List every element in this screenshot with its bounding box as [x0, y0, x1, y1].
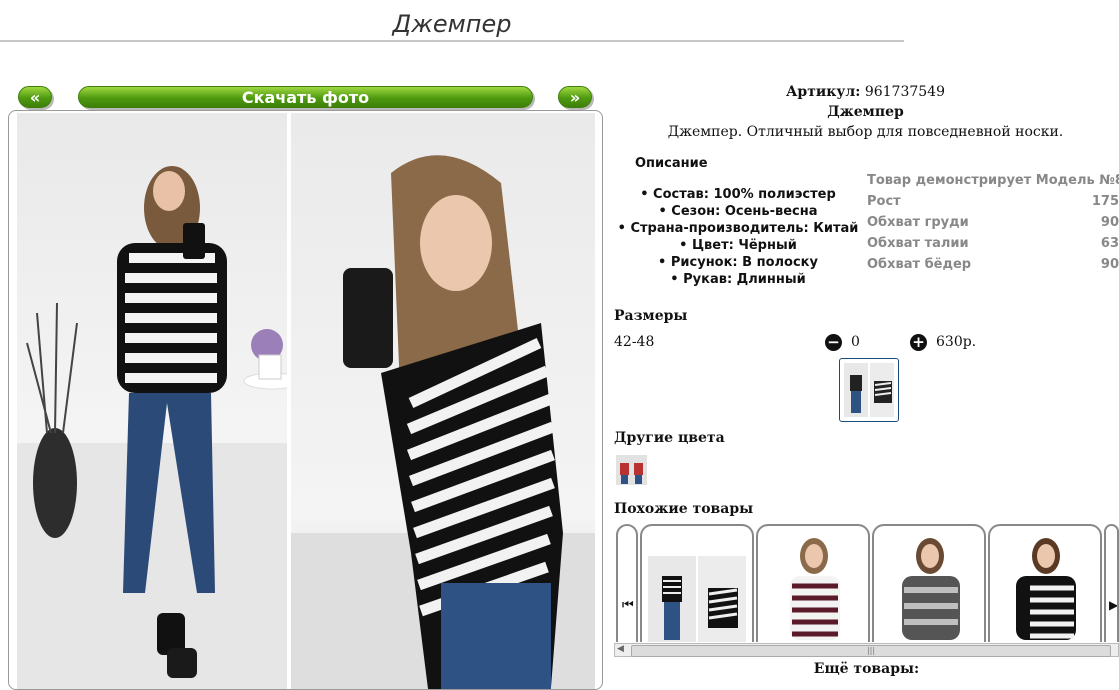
- product-name: Джемпер: [827, 104, 904, 120]
- model-row: Обхват груди 90: [867, 215, 1119, 230]
- description-item: • Состав: 100% полиэстер: [640, 187, 836, 202]
- description-item: • Рисунок: В полоску: [658, 255, 818, 270]
- model-heading: Товар демонстрирует Модель №80: [867, 173, 1119, 188]
- model-measurements: Товар демонстрирует Модель №80 Рост 175 О…: [867, 170, 1119, 275]
- quantity-value: 0: [851, 334, 860, 350]
- size-thumbnail[interactable]: [839, 358, 899, 422]
- minus-circle-icon[interactable]: −: [825, 334, 842, 351]
- download-photo-button[interactable]: Скачать фото: [78, 86, 533, 108]
- model-row: Обхват бёдер 90: [867, 257, 1119, 272]
- carousel-next-button[interactable]: ▶: [1104, 524, 1119, 642]
- scrollbar-thumb[interactable]: |||: [631, 645, 1111, 657]
- product-photo-full-length[interactable]: [17, 113, 287, 689]
- plus-circle-icon[interactable]: +: [910, 334, 927, 351]
- similar-product-card[interactable]: [872, 524, 986, 642]
- description-item: • Страна-производитель: Китай: [617, 221, 859, 236]
- next-photo-button[interactable]: »: [558, 86, 592, 108]
- product-tagline: Джемпер. Отличный выбор для повседневной…: [667, 124, 1064, 140]
- size-value: 42-48: [614, 334, 655, 350]
- description-item: • Цвет: Чёрный: [679, 238, 797, 253]
- scroll-left-icon[interactable]: ◀: [617, 644, 624, 654]
- page-title: Джемпер: [392, 10, 512, 38]
- product-photo-closeup[interactable]: [291, 113, 595, 689]
- similar-products-carousel: ⏮ ▶: [614, 524, 1119, 660]
- carousel-next-icon: ▶: [1109, 598, 1119, 612]
- size-row: 42-48 − 0 + 630р.: [614, 334, 1119, 351]
- model-row: Обхват талии 63: [867, 236, 1119, 251]
- description-item: • Рукав: Длинный: [670, 272, 806, 287]
- article-label: Артикул:: [786, 84, 861, 100]
- product-photo-frame: [8, 110, 603, 690]
- description-heading: Описание: [635, 156, 708, 171]
- article-value: 961737549: [864, 84, 945, 100]
- similar-product-card[interactable]: [640, 524, 754, 642]
- carousel-scrollbar[interactable]: ◀ |||: [614, 643, 1119, 657]
- sizes-heading: Размеры: [614, 308, 688, 324]
- carousel-first-icon: ⏮: [622, 598, 634, 613]
- description-item: • Сезон: Осень-весна: [658, 204, 818, 219]
- price-value: 630р.: [936, 334, 977, 350]
- similar-product-card[interactable]: [756, 524, 870, 642]
- similar-product-card[interactable]: [988, 524, 1102, 642]
- carousel-prev-button[interactable]: ⏮: [616, 524, 638, 642]
- description-list: • Состав: 100% полиэстер • Сезон: Осень-…: [612, 186, 864, 288]
- model-row: Рост 175: [867, 194, 1119, 209]
- similar-heading: Похожие товары: [614, 501, 754, 517]
- title-divider: [0, 40, 904, 42]
- other-color-thumbnail[interactable]: [616, 455, 647, 485]
- other-colors-heading: Другие цвета: [614, 430, 725, 446]
- prev-photo-button[interactable]: «: [18, 86, 52, 108]
- more-goods-label: Ещё товары:: [813, 661, 920, 677]
